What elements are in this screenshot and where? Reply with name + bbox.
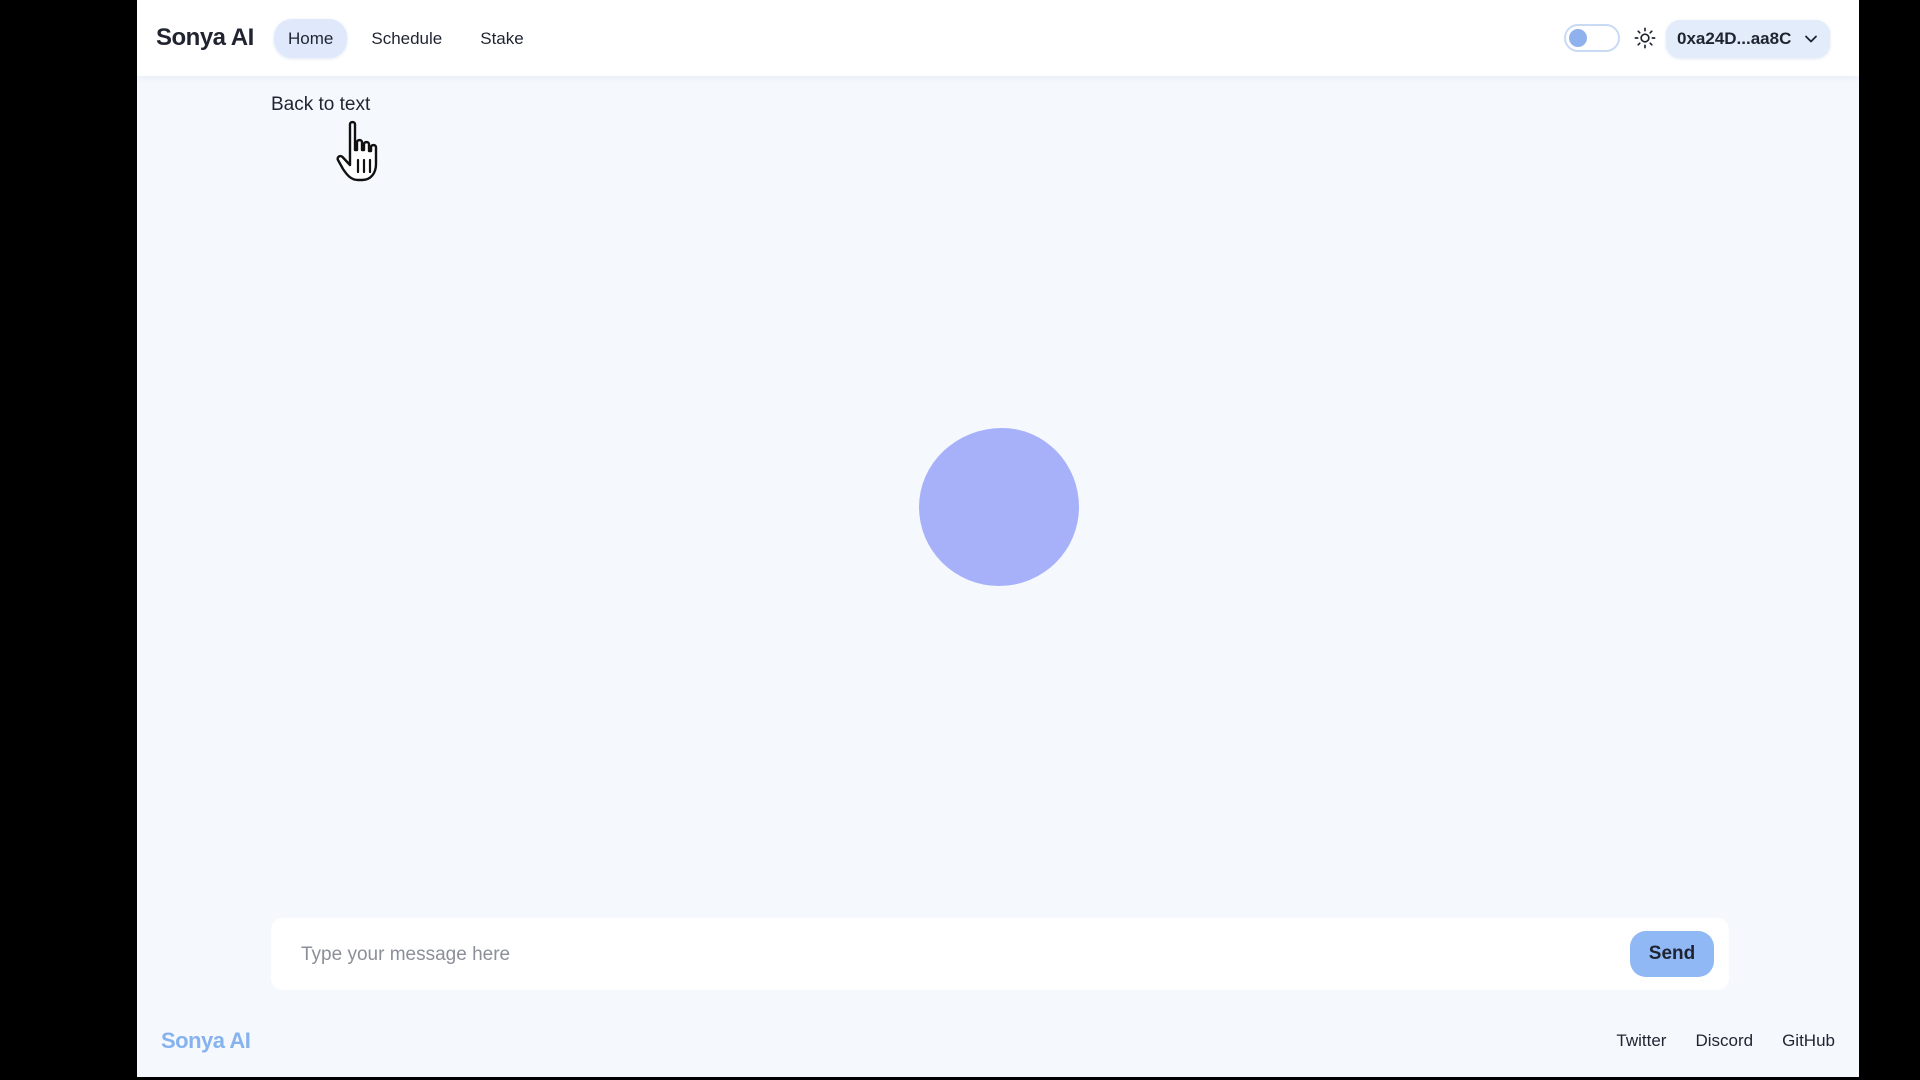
navbar: Sonya AI Home Schedule Stake 0xa24D...aa… (137, 0, 1859, 76)
nav-schedule[interactable]: Schedule (357, 19, 456, 58)
toggle-knob (1569, 29, 1587, 47)
message-input[interactable] (299, 934, 1563, 976)
footer-link-discord[interactable]: Discord (1695, 1031, 1753, 1051)
brand-logo[interactable]: Sonya AI (156, 24, 254, 52)
theme-toggle[interactable] (1564, 24, 1620, 52)
nav-links: Home Schedule Stake (274, 19, 538, 58)
voice-orb (919, 428, 1079, 586)
nav-home[interactable]: Home (274, 19, 348, 58)
message-composer: Send (271, 918, 1729, 990)
back-to-text-link[interactable]: Back to text (271, 94, 370, 116)
app-window: Sonya AI Home Schedule Stake 0xa24D...aa… (137, 0, 1859, 1077)
nav-stake[interactable]: Stake (466, 19, 537, 58)
footer-link-github[interactable]: GitHub (1782, 1031, 1835, 1051)
send-button[interactable]: Send (1630, 931, 1714, 977)
footer-link-twitter[interactable]: Twitter (1616, 1031, 1666, 1051)
sun-icon[interactable] (1634, 27, 1656, 49)
footer-links: Twitter Discord GitHub (1616, 1031, 1835, 1051)
chevron-down-icon (1805, 35, 1817, 43)
wallet-button[interactable]: 0xa24D...aa8C (1666, 20, 1830, 58)
wallet-address: 0xa24D...aa8C (1677, 29, 1792, 48)
footer-brand: Sonya AI (161, 1028, 251, 1053)
